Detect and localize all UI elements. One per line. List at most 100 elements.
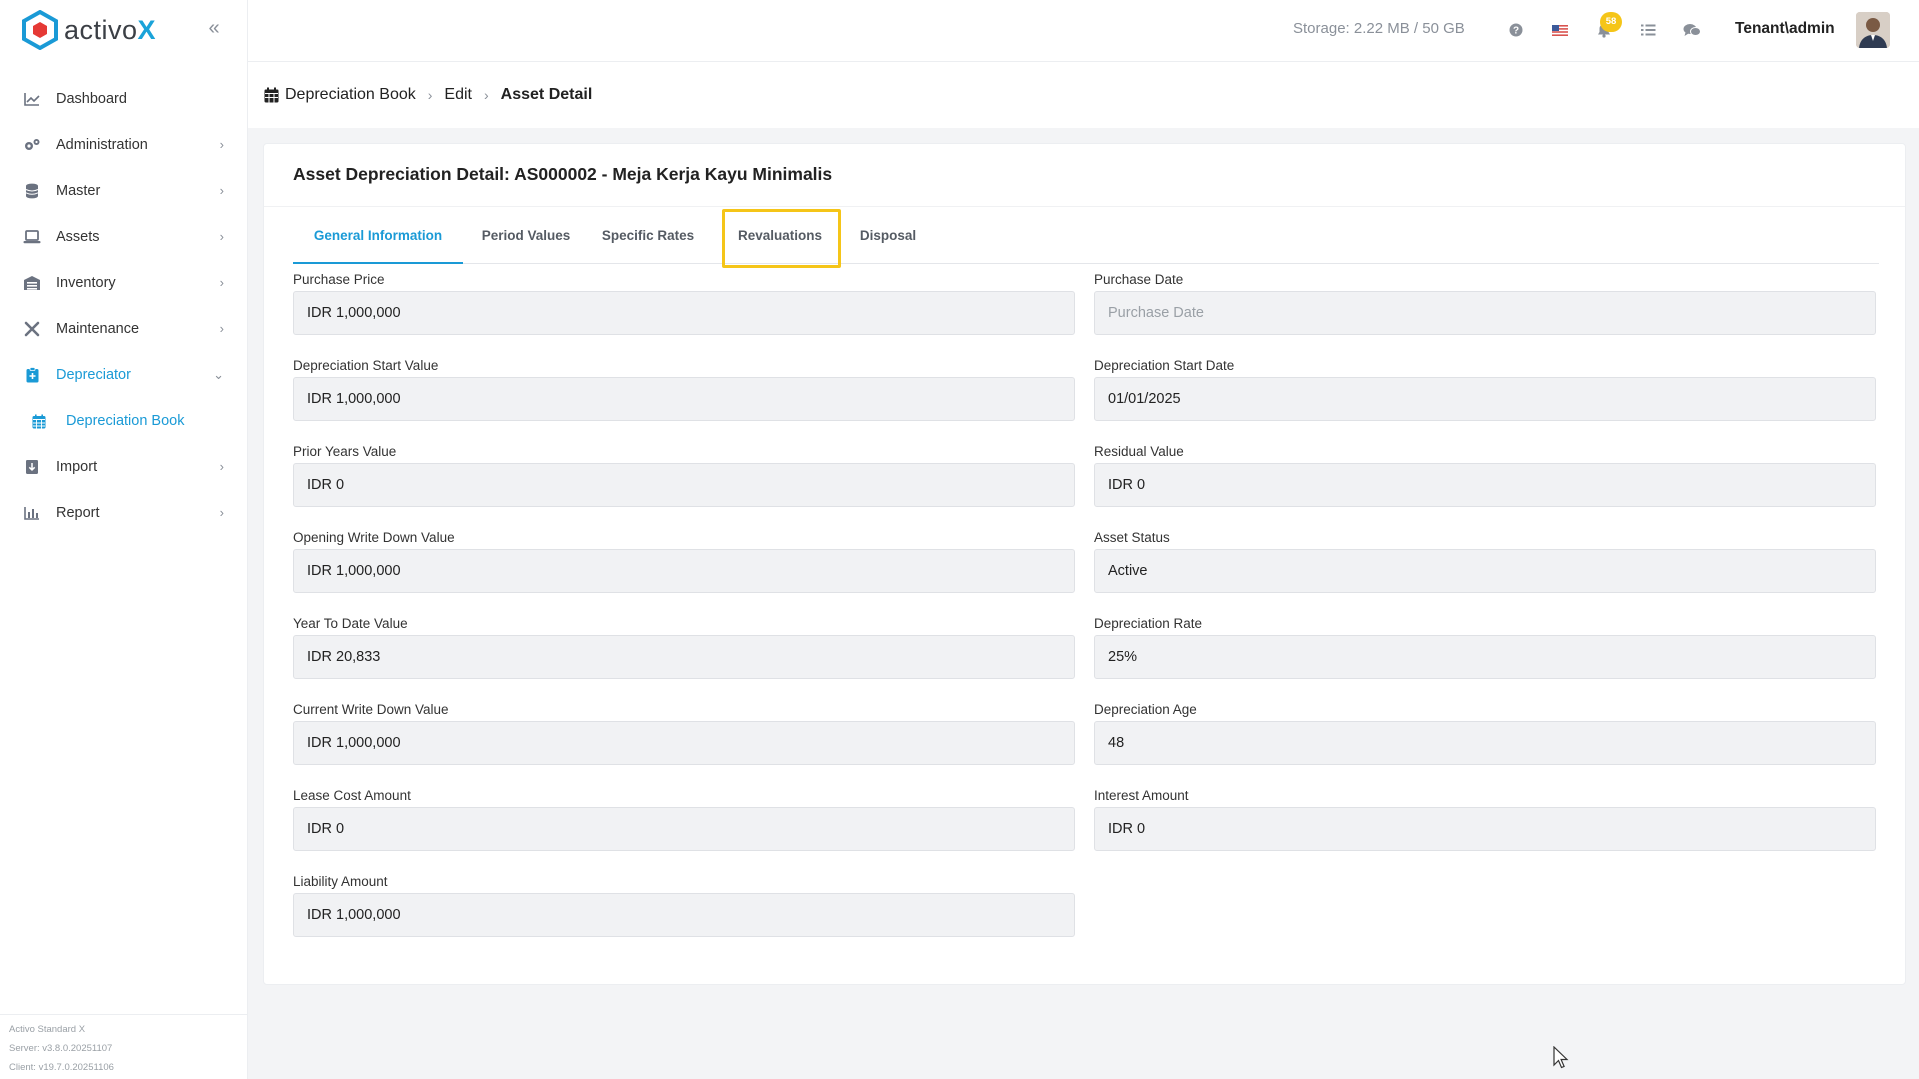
field-purchase-date: Purchase Date Purchase Date bbox=[1094, 272, 1876, 335]
depreciation-start-value-input[interactable]: IDR 1,000,000 bbox=[293, 377, 1075, 421]
warehouse-icon bbox=[22, 274, 42, 292]
field-label: Opening Write Down Value bbox=[293, 530, 455, 545]
calendar-icon bbox=[32, 414, 50, 429]
breadcrumb-current: Asset Detail bbox=[500, 86, 593, 103]
prior-years-value-input[interactable]: IDR 0 bbox=[293, 463, 1075, 507]
field-label: Liability Amount bbox=[293, 874, 388, 889]
logo-hexagon-icon bbox=[22, 10, 58, 50]
sidebar-item-maintenance[interactable]: Maintenance › bbox=[0, 306, 248, 352]
laptop-icon bbox=[22, 228, 42, 246]
year-to-date-value-input[interactable]: IDR 20,833 bbox=[293, 635, 1075, 679]
collapse-sidebar-icon[interactable]: « bbox=[204, 17, 224, 39]
field-residual-value: Residual Value IDR 0 bbox=[1094, 444, 1876, 507]
calendar-icon bbox=[264, 87, 279, 103]
sidebar-item-depreciator[interactable]: Depreciator ⌄ bbox=[0, 352, 248, 398]
sidebar-item-label: Import bbox=[56, 459, 98, 475]
field-label: Prior Years Value bbox=[293, 444, 397, 459]
chevron-right-icon: › bbox=[219, 183, 224, 198]
tab-specific-rates[interactable]: Specific Rates bbox=[593, 208, 703, 264]
version-line: Client: v19.7.0.20251106 bbox=[9, 1062, 114, 1073]
field-label: Purchase Price bbox=[293, 272, 385, 287]
breadcrumb-edit[interactable]: Edit bbox=[444, 86, 472, 104]
sidebar-item-import[interactable]: Import › bbox=[0, 444, 248, 490]
field-label: Year To Date Value bbox=[293, 616, 408, 631]
chart-line-icon bbox=[22, 90, 42, 108]
depreciation-start-date-input[interactable]: 01/01/2025 bbox=[1094, 377, 1876, 421]
sidebar-item-label: Administration bbox=[56, 137, 148, 153]
opening-write-down-value-input[interactable]: IDR 1,000,000 bbox=[293, 549, 1075, 593]
field-liability-amount: Liability Amount IDR 1,000,000 bbox=[293, 874, 1075, 937]
field-label: Interest Amount bbox=[1094, 788, 1189, 803]
field-interest-amount: Interest Amount IDR 0 bbox=[1094, 788, 1876, 851]
avatar[interactable] bbox=[1856, 12, 1890, 48]
lease-cost-amount-input[interactable]: IDR 0 bbox=[293, 807, 1075, 851]
tools-icon bbox=[22, 320, 42, 338]
chevron-right-icon: › bbox=[219, 229, 224, 244]
chevron-right-icon: › bbox=[427, 87, 433, 103]
field-label: Residual Value bbox=[1094, 444, 1184, 459]
chevron-right-icon: › bbox=[219, 275, 224, 290]
mouse-cursor-icon bbox=[1553, 1045, 1569, 1075]
logo[interactable]: activoX bbox=[22, 10, 156, 50]
version-info: Activo Standard X Server: v3.8.0.2025110… bbox=[0, 1014, 248, 1079]
field-label: Depreciation Start Value bbox=[293, 358, 439, 373]
field-label: Depreciation Rate bbox=[1094, 616, 1203, 631]
notification-badge: 58 bbox=[1600, 12, 1622, 32]
field-purchase-price: Purchase Price IDR 1,000,000 bbox=[293, 272, 1075, 335]
asset-detail-card: Asset Depreciation Detail: AS000002 - Me… bbox=[263, 143, 1906, 985]
sidebar-item-label: Maintenance bbox=[56, 321, 140, 337]
interest-amount-input[interactable]: IDR 0 bbox=[1094, 807, 1876, 851]
field-depreciation-start-value: Depreciation Start Value IDR 1,000,000 bbox=[293, 358, 1075, 421]
field-label: Lease Cost Amount bbox=[293, 788, 411, 803]
clipboard-icon bbox=[22, 366, 42, 384]
sidebar-item-inventory[interactable]: Inventory › bbox=[0, 260, 248, 306]
tab-general-information[interactable]: General Information bbox=[293, 208, 463, 264]
sidebar-item-master[interactable]: Master › bbox=[0, 168, 248, 214]
chat-icon[interactable] bbox=[1682, 20, 1702, 40]
current-write-down-value-input[interactable]: IDR 1,000,000 bbox=[293, 721, 1075, 765]
purchase-date-input[interactable]: Purchase Date bbox=[1094, 291, 1876, 335]
import-icon bbox=[22, 458, 42, 476]
top-bar: Storage: 2.22 MB / 50 GB ? 58 Tenant\adm… bbox=[248, 0, 1919, 62]
breadcrumb-depreciation-book[interactable]: Depreciation Book bbox=[285, 86, 416, 104]
sidebar-nav: Dashboard Administration › Master › Asse… bbox=[0, 76, 248, 536]
tab-period-values[interactable]: Period Values bbox=[471, 208, 581, 264]
sidebar-item-label: Report bbox=[56, 505, 100, 521]
field-lease-cost-amount: Lease Cost Amount IDR 0 bbox=[293, 788, 1075, 851]
field-current-write-down-value: Current Write Down Value IDR 1,000,000 bbox=[293, 702, 1075, 765]
depreciation-age-input[interactable]: 48 bbox=[1094, 721, 1876, 765]
liability-amount-input[interactable]: IDR 1,000,000 bbox=[293, 893, 1075, 937]
field-opening-write-down-value: Opening Write Down Value IDR 1,000,000 bbox=[293, 530, 1075, 593]
task-list-icon[interactable] bbox=[1638, 20, 1658, 40]
sidebar: activoX « Dashboard Administration › Mas… bbox=[0, 0, 248, 1079]
field-asset-status: Asset Status Active bbox=[1094, 530, 1876, 593]
chevron-right-icon: › bbox=[219, 137, 224, 152]
cogs-icon bbox=[22, 136, 42, 154]
sidebar-subitem-depreciation-book[interactable]: Depreciation Book bbox=[0, 398, 248, 444]
sidebar-item-administration[interactable]: Administration › bbox=[0, 122, 248, 168]
help-icon[interactable]: ? bbox=[1506, 20, 1526, 40]
depreciation-rate-input[interactable]: 25% bbox=[1094, 635, 1876, 679]
database-icon bbox=[22, 182, 42, 200]
sidebar-item-label: Depreciator bbox=[56, 367, 131, 383]
chevron-down-icon: ⌄ bbox=[213, 367, 224, 382]
chevron-right-icon: › bbox=[219, 321, 224, 336]
asset-status-input[interactable]: Active bbox=[1094, 549, 1876, 593]
purchase-price-input[interactable]: IDR 1,000,000 bbox=[293, 291, 1075, 335]
tab-revaluations[interactable]: Revaluations bbox=[725, 208, 835, 264]
field-label: Asset Status bbox=[1094, 530, 1170, 545]
field-depreciation-age: Depreciation Age 48 bbox=[1094, 702, 1876, 765]
residual-value-input[interactable]: IDR 0 bbox=[1094, 463, 1876, 507]
user-name[interactable]: Tenant\admin bbox=[1735, 20, 1835, 38]
field-year-to-date-value: Year To Date Value IDR 20,833 bbox=[293, 616, 1075, 679]
version-line: Server: v3.8.0.20251107 bbox=[9, 1043, 113, 1054]
page-title: Asset Depreciation Detail: AS000002 - Me… bbox=[293, 164, 833, 184]
sidebar-item-assets[interactable]: Assets › bbox=[0, 214, 248, 260]
sidebar-item-report[interactable]: Report › bbox=[0, 490, 248, 536]
field-label: Purchase Date bbox=[1094, 272, 1184, 287]
tab-disposal[interactable]: Disposal bbox=[853, 208, 923, 264]
field-depreciation-rate: Depreciation Rate 25% bbox=[1094, 616, 1876, 679]
tab-bar: General Information Period Values Specif… bbox=[293, 208, 1879, 264]
us-flag-icon[interactable] bbox=[1550, 20, 1570, 40]
sidebar-item-dashboard[interactable]: Dashboard bbox=[0, 76, 248, 122]
